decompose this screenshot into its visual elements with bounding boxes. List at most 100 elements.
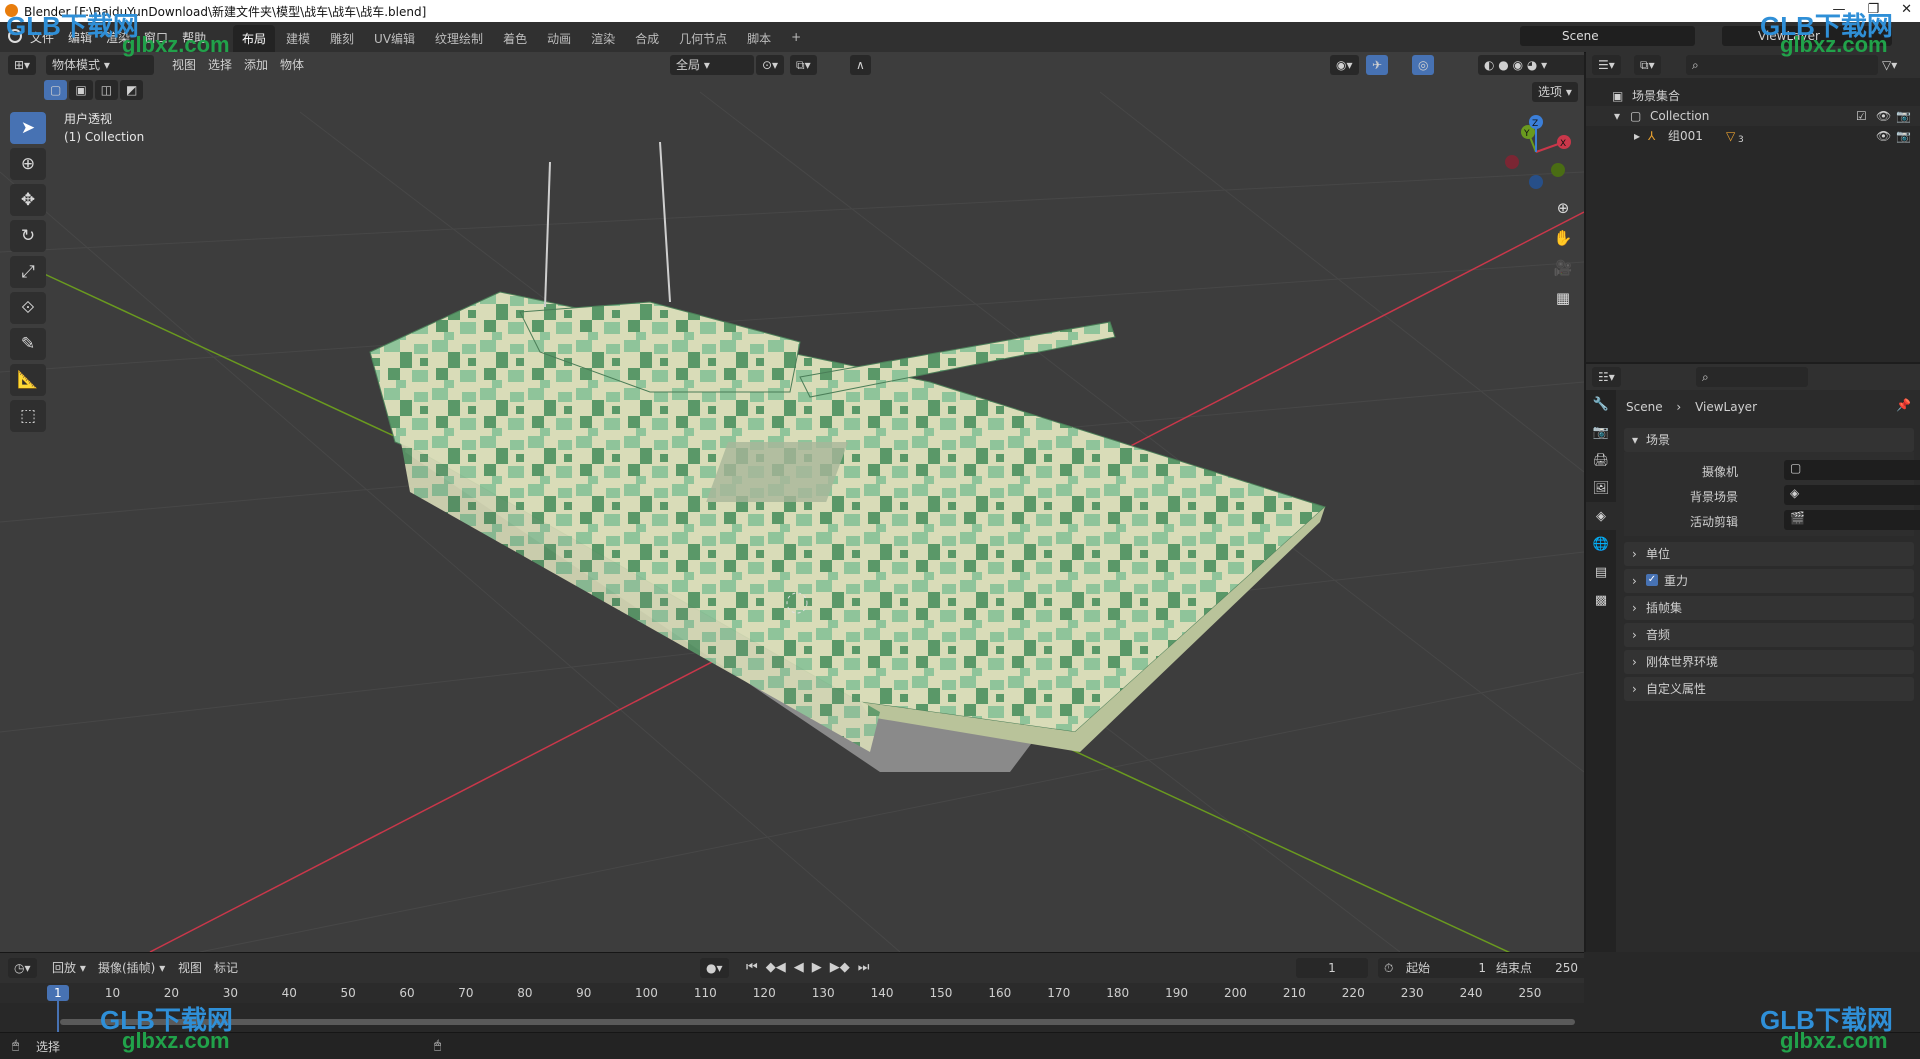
tab-geometry-nodes[interactable]: 几何节点 [670,25,736,52]
scene-selector[interactable]: Scene [1520,26,1695,46]
measure-icon[interactable]: 📐 [10,364,46,396]
scale-icon[interactable]: ⤢ [10,256,46,288]
tool-tab-icon[interactable]: 🔧 [1586,390,1616,418]
end-frame-field[interactable]: 结束点 250 [1490,958,1586,978]
select-invert-icon[interactable]: ◩ [120,80,144,100]
outliner-editor-icon[interactable]: ☰▾ [1592,55,1621,75]
expand-collection-icon[interactable]: ▾ [1614,106,1620,126]
outliner-row-object[interactable]: ▸ ⅄ 组001 ▽ 3 👁 📷 [1586,126,1920,146]
tab-sculpting[interactable]: 雕刻 [321,25,363,52]
keying-sets-panel[interactable]: › 插帧集 [1624,596,1914,620]
outliner-row-collection[interactable]: ▾ ▢ Collection ☑ 👁 📷 [1586,106,1920,126]
select-subtract-icon[interactable]: ◫ [94,80,119,100]
proportional-icon[interactable]: ∧ [850,55,871,75]
expand-object-icon[interactable]: ▸ [1634,126,1640,146]
navigation-gizmo[interactable]: X Y Z [1500,110,1580,190]
timeline-editor-icon[interactable]: ◷▾ [8,958,37,978]
render-camera-icon[interactable]: 📷 [1896,106,1911,126]
outliner-search-input[interactable]: ⌕ [1686,55,1878,75]
scene-panel-header[interactable]: ▾ 场景 [1624,428,1914,452]
timeline-view-menu[interactable]: 视图 [172,958,208,978]
close-button[interactable]: ✕ [1901,2,1912,17]
display-mode-icon[interactable]: ⧉▾ [1634,55,1661,75]
start-frame-field[interactable]: 起始 1 [1400,958,1494,978]
rigid-body-world-panel[interactable]: › 刚体世界环境 [1624,650,1914,674]
zoom-icon[interactable]: ⊕ [1550,195,1576,221]
object-render-icon[interactable]: 📷 [1896,126,1911,146]
units-panel[interactable]: › 单位 [1624,542,1914,566]
overlay-toggle-icon[interactable]: ◎ [1412,55,1435,75]
outliner-row-scene-collection[interactable]: ▣ 场景集合 [1586,86,1920,106]
keying-menu[interactable]: 摄像(插帧) ▾ [92,958,171,978]
tab-uv-editing[interactable]: UV编辑 [365,25,424,52]
properties-editor-icon[interactable]: ☷▾ [1592,367,1621,387]
exclude-checkbox-icon[interactable]: ☑ [1856,106,1867,126]
active-clip-field[interactable]: 🎬 [1784,510,1920,530]
orientation-dropdown[interactable]: 全局 ▾ [670,55,754,75]
scene-tab-icon[interactable]: ◈ [1586,502,1616,530]
output-tab-icon[interactable]: 🖨 [1586,446,1616,474]
view-layer-tab-icon[interactable]: 🖼 [1586,474,1616,502]
snap-icon[interactable]: ⧉▾ [790,55,817,75]
object-eye-icon[interactable]: 👁 [1876,126,1891,146]
tab-shading[interactable]: 着色 [494,25,536,52]
camera-field[interactable]: ▢✎ [1784,460,1920,480]
tab-compositing[interactable]: 合成 [626,25,668,52]
add-workspace-button[interactable]: + [782,25,810,52]
menu-object[interactable]: 物体 [274,55,310,75]
menu-select[interactable]: 选择 [202,55,238,75]
filter-icon[interactable]: ▽▾ [1876,55,1903,75]
current-frame-field[interactable]: 1 [1296,958,1368,978]
pivot-icon[interactable]: ⊙▾ [756,55,785,75]
play-icon[interactable]: ▶ [812,960,822,975]
marker-menu[interactable]: 标记 [208,958,244,978]
world-tab-icon[interactable]: 🌐 [1586,530,1616,558]
record-icon[interactable]: ●▾ [700,958,729,978]
options-dropdown[interactable]: 选项 ▾ [1532,82,1578,102]
menu-view[interactable]: 视图 [166,55,202,75]
playback-menu[interactable]: 回放 ▾ [46,958,92,978]
transform-icon[interactable]: ⟐ [10,292,46,324]
tab-animation[interactable]: 动画 [538,25,580,52]
tab-modeling[interactable]: 建模 [277,25,319,52]
tab-layout[interactable]: 布局 [233,25,276,52]
shading-buttons[interactable]: ◐ ● ◉ ◕ ▾ [1478,55,1584,75]
prev-keyframe-icon[interactable]: ◆◀ [766,960,786,975]
play-reverse-icon[interactable]: ◀ [794,960,804,975]
jump-end-icon[interactable]: ⏭ [858,960,870,975]
custom-properties-panel[interactable]: › 自定义属性 [1624,677,1914,701]
perspective-grid-icon[interactable]: ▦ [1550,285,1576,311]
gizmo-toggle-icon[interactable]: ✈ [1366,55,1389,75]
menu-add[interactable]: 添加 [238,55,274,75]
jump-start-icon[interactable]: ⏮ [746,960,758,975]
properties-search-input[interactable]: ⌕ [1696,367,1808,387]
annotate-icon[interactable]: ✎ [10,328,46,360]
pin-icon[interactable]: 📌 [1896,398,1911,412]
tab-rendering[interactable]: 渲染 [582,25,624,52]
visibility-icon[interactable]: ◉▾ [1330,55,1359,75]
tank-model[interactable] [369,141,1326,772]
select-extend-icon[interactable]: ▣ [69,80,93,100]
pan-hand-icon[interactable]: ✋ [1550,225,1576,251]
select-new-icon[interactable]: ▢ [44,80,68,100]
move-icon[interactable]: ✥ [10,184,46,216]
rotate-icon[interactable]: ↻ [10,220,46,252]
background-scene-field[interactable]: ◈ [1784,485,1920,505]
camera-view-icon[interactable]: 🎥 [1550,255,1576,281]
add-cube-icon[interactable]: ⬚ [10,400,46,432]
cursor-icon[interactable]: ⊕ [10,148,46,180]
gravity-panel[interactable]: › ✓ 重力 [1624,569,1914,593]
tab-scripting[interactable]: 脚本 [738,25,780,52]
editor-type-button[interactable]: ⊞▾ [8,55,37,75]
timeline-scrollbar[interactable] [60,1019,1575,1025]
audio-panel[interactable]: › 音频 [1624,623,1914,647]
collection-tab-icon[interactable]: ▤ [1586,558,1616,586]
texture-tab-icon[interactable]: ▩ [1586,586,1616,614]
gravity-checkbox[interactable]: ✓ [1646,574,1658,586]
mode-dropdown[interactable]: 物体模式 ▾ [46,55,154,75]
next-keyframe-icon[interactable]: ▶◆ [830,960,850,975]
eye-icon[interactable]: 👁 [1876,106,1891,126]
render-tab-icon[interactable]: 📷 [1586,418,1616,446]
select-box-icon[interactable]: ➤ [10,112,46,144]
3d-viewport[interactable]: ⊞▾ 物体模式 ▾ 视图 选择 添加 物体 全局 ▾ ⊙▾ ⧉▾ ∧ ◉▾ ✈ … [0,52,1584,952]
